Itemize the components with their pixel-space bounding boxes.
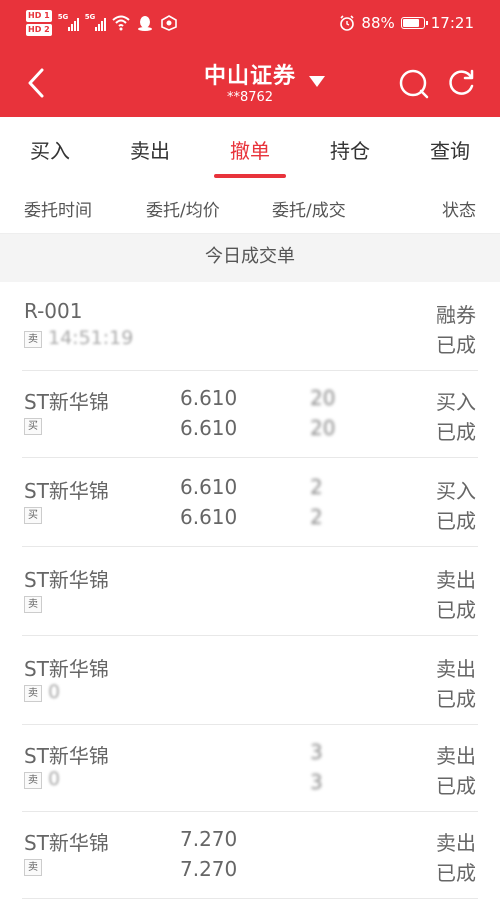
order-row[interactable]: ST新华锦卖 0 卖出已成	[0, 637, 500, 725]
stock-name: R-001	[24, 299, 83, 323]
row-divider	[22, 635, 478, 636]
stock-name: ST新华锦	[24, 744, 109, 768]
order-time: 14:51:19	[48, 327, 134, 349]
order-status: 已成	[436, 598, 476, 622]
refresh-icon[interactable]	[446, 68, 476, 98]
order-row[interactable]: ST新华锦卖 7.270 7.270 卖出已成	[0, 811, 500, 899]
search-icon[interactable]	[398, 68, 430, 100]
dropdown-caret-icon[interactable]	[309, 76, 325, 87]
trade-tabs: 买入 卖出 撤单 持仓 查询	[0, 117, 500, 179]
stock-name: ST新华锦	[24, 568, 109, 592]
active-tab-indicator	[214, 174, 286, 178]
filled-quantity: 2	[310, 505, 323, 529]
order-status: 已成	[436, 333, 476, 357]
hd-indicators: HD 1 HD 2	[26, 10, 52, 36]
order-price: 6.610	[180, 386, 238, 410]
order-status: 已成	[436, 774, 476, 798]
order-type: 卖出	[436, 831, 476, 855]
broker-title[interactable]: 中山证券	[204, 64, 296, 89]
order-price: 7.270	[180, 827, 238, 851]
avg-price: 7.270	[180, 857, 238, 881]
tab-buy[interactable]: 买入	[0, 135, 100, 164]
side-badge: 卖	[24, 596, 42, 613]
qq-icon	[137, 16, 152, 31]
order-price: 6.610	[180, 475, 238, 499]
wifi-icon	[112, 15, 130, 31]
tab-query[interactable]: 查询	[400, 135, 500, 164]
row-divider	[22, 546, 478, 547]
order-quantity: 2	[310, 475, 323, 499]
hd1-badge: HD 1	[26, 10, 52, 22]
order-type: 买入	[436, 390, 476, 414]
order-type: 融券	[436, 303, 476, 327]
order-row[interactable]: ST新华锦买 6.610 6.610 2 2 买入已成	[0, 459, 500, 547]
side-badge: 买	[24, 418, 42, 435]
avg-price: 6.610	[180, 505, 238, 529]
alarm-icon	[340, 15, 355, 31]
order-row[interactable]: ST新华锦卖 0 3 3 卖出已成	[0, 724, 500, 812]
tab-positions[interactable]: 持仓	[300, 135, 400, 164]
app-notification-icon	[160, 15, 177, 31]
avg-price: 6.610	[180, 416, 238, 440]
side-badge: 卖	[24, 772, 42, 789]
order-type: 卖出	[436, 568, 476, 592]
column-headers: 委托时间 委托/均价 委托/成交 状态	[0, 182, 500, 234]
order-row[interactable]: ST新华锦卖 卖出已成	[0, 548, 500, 636]
side-badge: 卖	[24, 685, 42, 702]
order-time: 0	[48, 768, 61, 790]
battery-percent: 88%	[361, 14, 395, 32]
signal-1-icon: 5G	[58, 13, 79, 31]
order-quantity: 20	[310, 386, 336, 410]
app-header: HD 1 HD 2 5G 5G 88% 17:21 中山证券 **8762	[0, 0, 500, 117]
section-today-filled: 今日成交单	[0, 234, 500, 282]
side-badge: 卖	[24, 859, 42, 876]
col-quantity: 委托/成交	[272, 201, 346, 221]
nav-bar: 中山证券 **8762	[0, 48, 500, 117]
order-status: 已成	[436, 687, 476, 711]
stock-name: ST新华锦	[24, 479, 109, 503]
side-badge: 卖	[24, 331, 42, 348]
order-row[interactable]: ST新华锦买 6.610 6.610 20 20 买入已成	[0, 370, 500, 458]
stock-name: ST新华锦	[24, 390, 109, 414]
col-price: 委托/均价	[146, 201, 220, 221]
row-divider	[22, 457, 478, 458]
order-type: 买入	[436, 479, 476, 503]
status-left: HD 1 HD 2 5G 5G	[26, 10, 178, 36]
stock-name: ST新华锦	[24, 657, 109, 681]
order-time: 0	[48, 681, 61, 703]
order-status: 已成	[436, 861, 476, 885]
status-bar: HD 1 HD 2 5G 5G 88% 17:21	[0, 0, 500, 48]
order-row[interactable]: R-001 卖 14:51:19 融券已成	[0, 283, 500, 371]
tab-sell[interactable]: 卖出	[100, 135, 200, 164]
side-badge: 买	[24, 507, 42, 524]
order-status: 已成	[436, 420, 476, 444]
clock: 17:21	[430, 14, 474, 32]
filled-quantity: 20	[310, 416, 336, 440]
signal-2-icon: 5G	[85, 13, 106, 31]
hd2-badge: HD 2	[26, 24, 52, 36]
tab-cancel[interactable]: 撤单	[200, 135, 300, 164]
order-status: 已成	[436, 509, 476, 533]
status-right: 88% 17:21	[339, 14, 474, 32]
battery-icon	[400, 17, 428, 29]
col-order-time: 委托时间	[24, 201, 92, 221]
row-divider	[22, 898, 478, 899]
order-type: 卖出	[436, 657, 476, 681]
col-status: 状态	[442, 201, 476, 221]
stock-name: ST新华锦	[24, 831, 109, 855]
order-type: 卖出	[436, 744, 476, 768]
order-quantity: 3	[310, 740, 323, 764]
filled-quantity: 3	[310, 770, 323, 794]
